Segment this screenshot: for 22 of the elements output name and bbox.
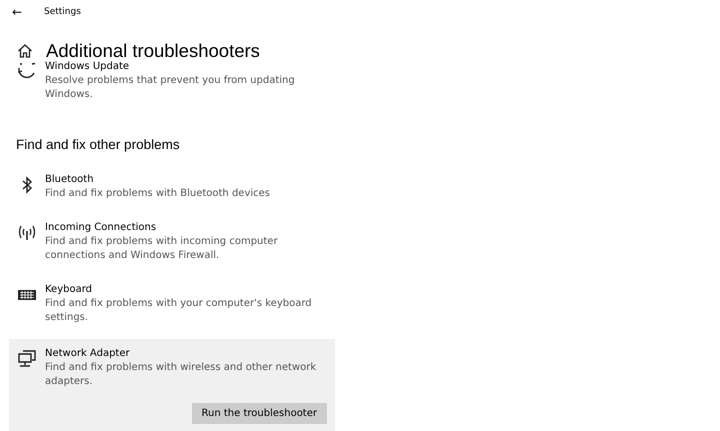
run-troubleshooter-button[interactable]: Run the troubleshooter [192, 403, 327, 424]
item-description: Find and fix problems with your computer's keyboard settings. [45, 297, 313, 325]
item-description: Find and fix problems with wireless and other network adapters. [45, 361, 318, 389]
item-description: Resolve problems that prevent you from updating Windows. [45, 74, 296, 102]
window-title: Settings [44, 7, 81, 17]
item-title: Network Adapter [45, 347, 131, 361]
section-heading: Find and fix other problems [16, 137, 181, 154]
selected-item-panel[interactable]: Network Adapter Find and fix problems with wireless and other network adapters. Run the troubleshooter [9, 339, 335, 431]
home-icon[interactable] [17, 43, 33, 59]
item-title: Keyboard [45, 283, 94, 297]
troubleshooter-item[interactable]: Incoming Connections Find and fix problems with incoming computer connections and Windows Firewall. [0, 215, 333, 269]
monitor-icon [17, 349, 37, 369]
troubleshooter-item[interactable]: Keyboard Find and fix problems with your computer's keyboard settings. [0, 277, 333, 331]
antenna-icon [17, 223, 37, 243]
troubleshooter-item[interactable]: Bluetooth Find and fix problems with Bluetooth devices [0, 167, 333, 207]
item-description: Find and fix problems with Bluetooth devices [45, 187, 271, 201]
page-title: Additional troubleshooters [46, 40, 260, 61]
item-title: Incoming Connections [45, 221, 158, 235]
item-description: Find and fix problems with incoming computer connections and Windows Firewall. [45, 235, 279, 263]
item-title: Bluetooth [45, 173, 95, 187]
item-title[interactable]: Windows Update [45, 60, 333, 74]
back-button[interactable]: ← [12, 5, 44, 19]
